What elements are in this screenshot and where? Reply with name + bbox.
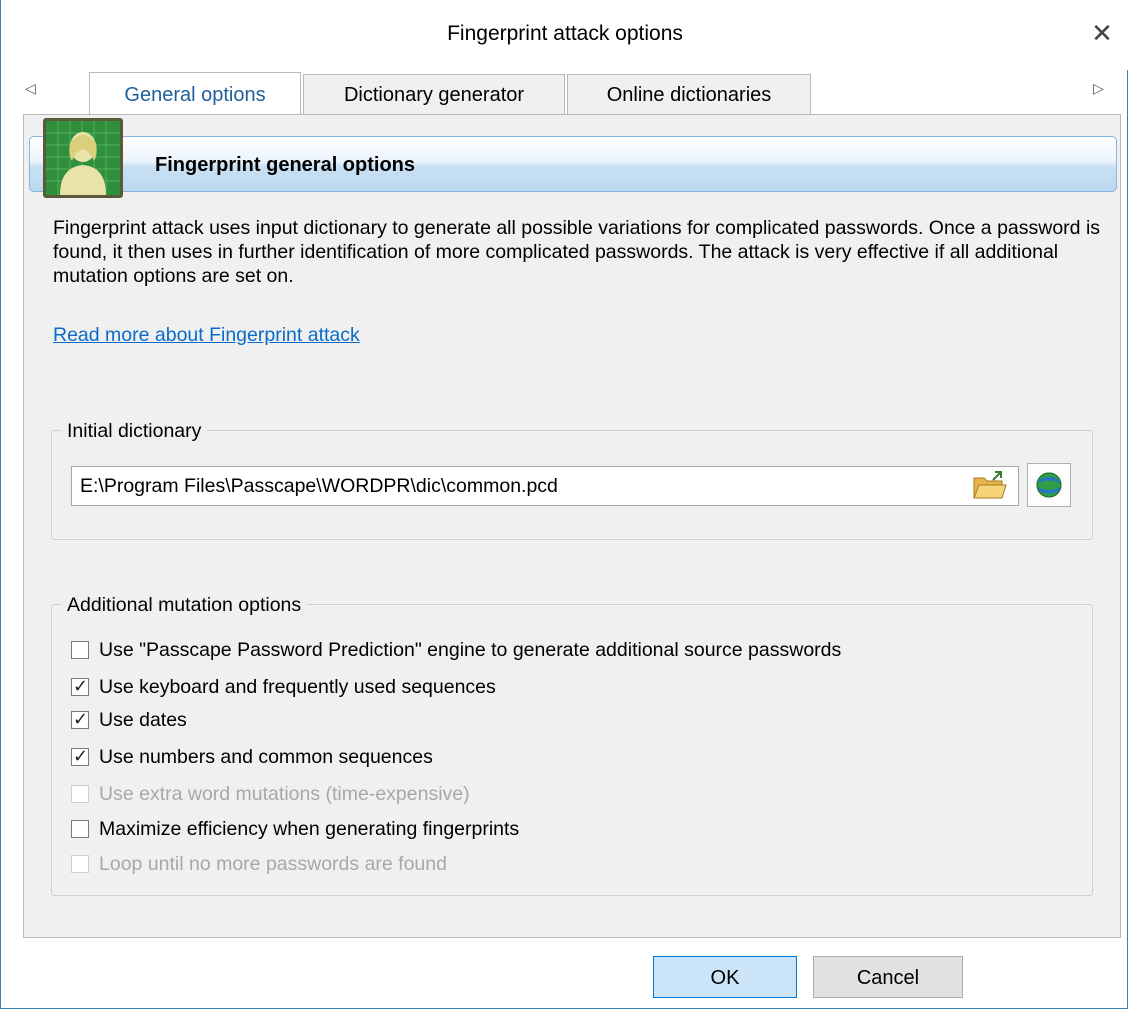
checkbox[interactable] [71, 820, 89, 838]
window-title: Fingerprint attack options [447, 22, 683, 45]
tab-scroll-left-icon[interactable]: ◁ [25, 80, 36, 97]
option-label: Use numbers and common sequences [99, 746, 433, 768]
mutation-options-label: Additional mutation options [61, 594, 308, 617]
option-label: Loop until no more passwords are found [99, 853, 447, 875]
cancel-button[interactable]: Cancel [813, 956, 963, 998]
initial-dictionary-label: Initial dictionary [61, 420, 208, 443]
tab-dictionary-generator[interactable]: Dictionary generator [303, 74, 565, 114]
description-text: Fingerprint attack uses input dictionary… [53, 217, 1101, 287]
option-prediction-engine[interactable]: Use "Passcape Password Prediction" engin… [71, 636, 841, 664]
checkmark-icon: ✓ [73, 709, 89, 729]
option-dates[interactable]: ✓ Use dates [71, 706, 187, 734]
checkmark-icon: ✓ [73, 746, 89, 766]
checkbox [71, 785, 89, 803]
checkbox[interactable]: ✓ [71, 676, 89, 696]
checkbox [71, 855, 89, 873]
tab-scroll-right-icon[interactable]: ▷ [1093, 80, 1104, 97]
read-more-link[interactable]: Read more about Fingerprint attack [53, 324, 360, 347]
close-icon[interactable]: ✕ [1087, 18, 1117, 48]
option-loop-until-done: Loop until no more passwords are found [71, 850, 447, 878]
option-keyboard-sequences[interactable]: ✓ Use keyboard and frequently used seque… [71, 673, 496, 701]
option-label: Use "Passcape Password Prediction" engin… [99, 639, 842, 661]
tab-strip: ◁ ▷ General options Dictionary generator… [1, 70, 1129, 116]
checkmark-icon: ✓ [73, 676, 89, 696]
title-bar: Fingerprint attack options ✕ [1, 0, 1129, 70]
checkbox[interactable]: ✓ [71, 709, 89, 729]
folder-open-icon[interactable] [971, 470, 1007, 502]
section-title: Fingerprint general options [155, 154, 416, 176]
option-extra-word-mutations: Use extra word mutations (time-expensive… [71, 780, 470, 808]
globe-icon[interactable] [1027, 463, 1071, 507]
checkbox[interactable]: ✓ [71, 746, 89, 766]
tab-online-dictionaries[interactable]: Online dictionaries [567, 74, 811, 114]
option-label: Use dates [99, 709, 187, 731]
option-numbers-sequences[interactable]: ✓ Use numbers and common sequences [71, 743, 433, 771]
ok-button[interactable]: OK [653, 956, 797, 998]
dialog-window: Fingerprint attack options ✕ ◁ ▷ General… [0, 0, 1129, 1009]
dictionary-path-input[interactable]: E:\Program Files\Passcape\WORDPR\dic\com… [71, 466, 1019, 506]
option-maximize-efficiency[interactable]: Maximize efficiency when generating fing… [71, 815, 519, 843]
checkbox[interactable] [71, 641, 89, 659]
tab-general-options[interactable]: General options [89, 72, 301, 116]
option-label: Maximize efficiency when generating fing… [99, 818, 520, 840]
fingerprint-user-icon [43, 118, 123, 198]
option-label: Use extra word mutations (time-expensive… [99, 783, 470, 805]
option-label: Use keyboard and frequently used sequenc… [99, 676, 496, 698]
